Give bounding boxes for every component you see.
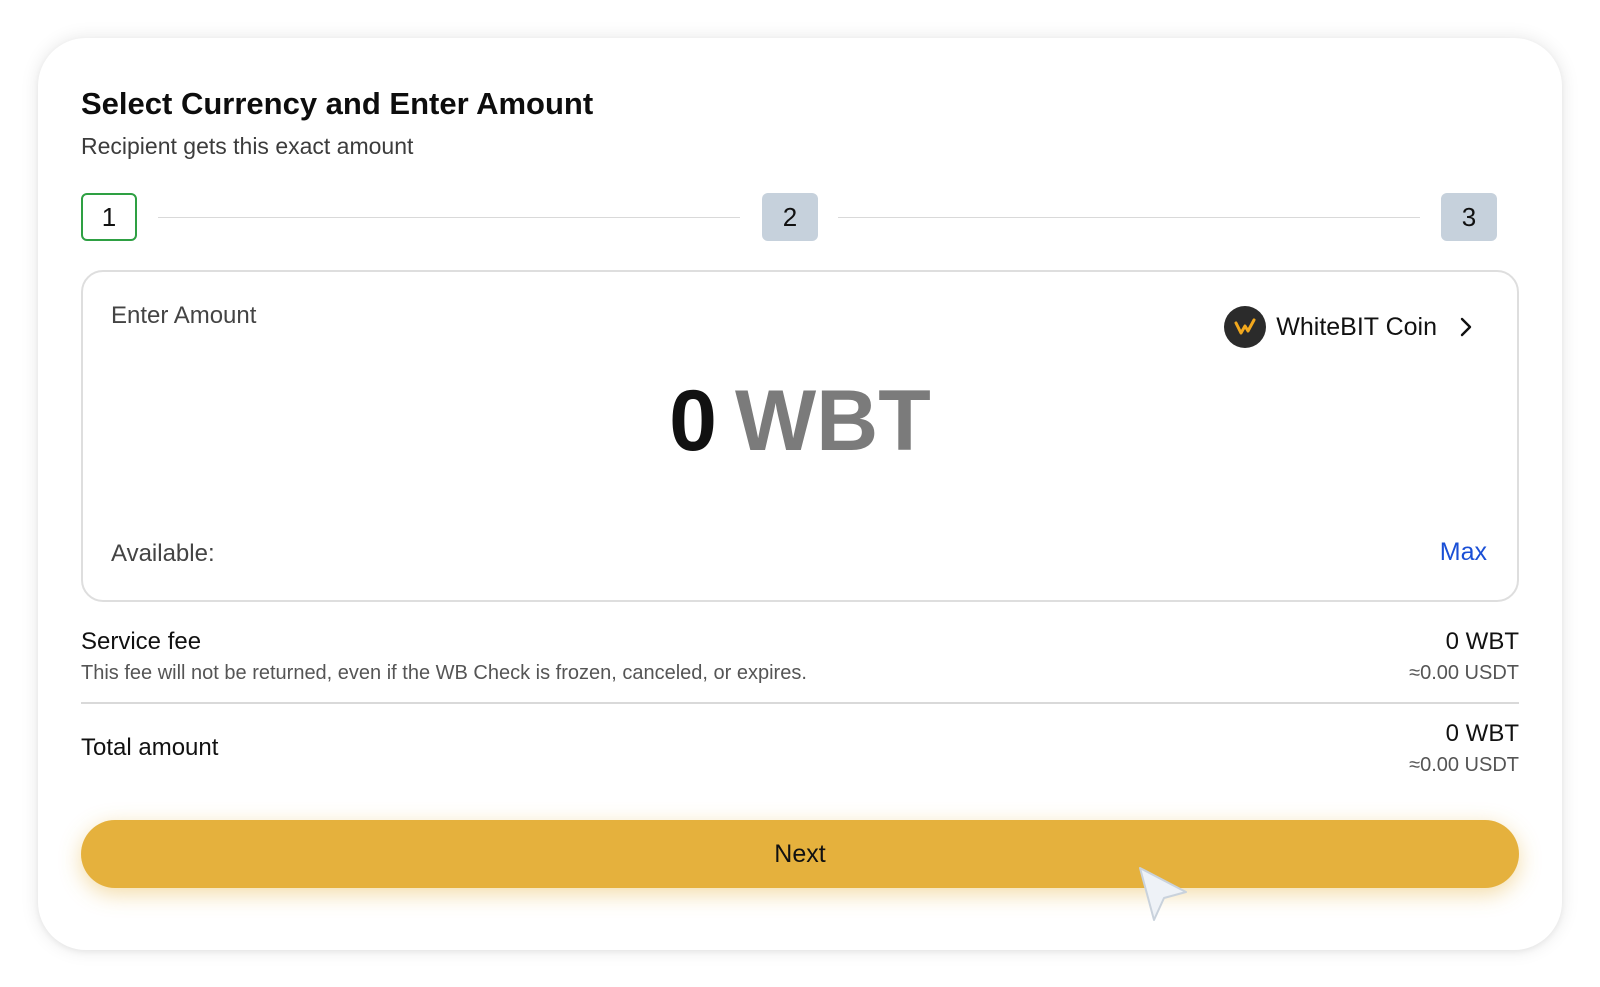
service-fee-value: 0 WBT (1445, 628, 1519, 655)
pointer-cursor-icon (1139, 867, 1187, 921)
next-button[interactable]: Next (81, 820, 1519, 888)
service-fee-note: This fee will not be returned, even if t… (81, 662, 807, 684)
divider (81, 702, 1519, 704)
page-title: Select Currency and Enter Amount (81, 86, 594, 121)
enter-amount-label: Enter Amount (111, 302, 257, 329)
amount-value: 0 (669, 373, 718, 469)
step-connector (158, 217, 740, 218)
send-card: Select Currency and Enter Amount Recipie… (38, 38, 1562, 950)
total-amount: 0 WBT ≈0.00 USDT (1409, 720, 1519, 777)
amount-unit: WBT (735, 373, 931, 469)
service-fee-amount: 0 WBT ≈0.00 USDT (1409, 628, 1519, 685)
amount-display[interactable]: 0 WBT (83, 372, 1517, 471)
service-fee-usdt: ≈0.00 USDT (1409, 662, 1519, 684)
step-3-indicator: 3 (1441, 193, 1497, 241)
max-button[interactable]: Max (1440, 538, 1487, 567)
step-1-indicator: 1 (81, 193, 137, 241)
step-2-indicator: 2 (762, 193, 818, 241)
total-amount-row: Total amount 0 WBT ≈0.00 USDT (81, 720, 1519, 776)
currency-selector[interactable]: WhiteBIT Coin (1224, 306, 1477, 348)
currency-name: WhiteBIT Coin (1276, 312, 1437, 341)
total-amount-title: Total amount (81, 734, 219, 761)
service-fee-row: Service fee This fee will not be returne… (81, 628, 1519, 685)
whitebit-coin-icon (1224, 306, 1267, 348)
service-fee-title: Service fee (81, 628, 202, 655)
page-subtitle: Recipient gets this exact amount (81, 133, 414, 159)
available-label: Available: (111, 540, 215, 567)
total-amount-value: 0 WBT (1445, 720, 1519, 747)
chevron-right-icon (1460, 317, 1472, 337)
amount-input-box[interactable]: Enter Amount WhiteBIT Coin 0 WBT Availabl… (81, 270, 1519, 602)
step-connector (838, 217, 1420, 218)
total-amount-usdt: ≈0.00 USDT (1409, 754, 1519, 776)
